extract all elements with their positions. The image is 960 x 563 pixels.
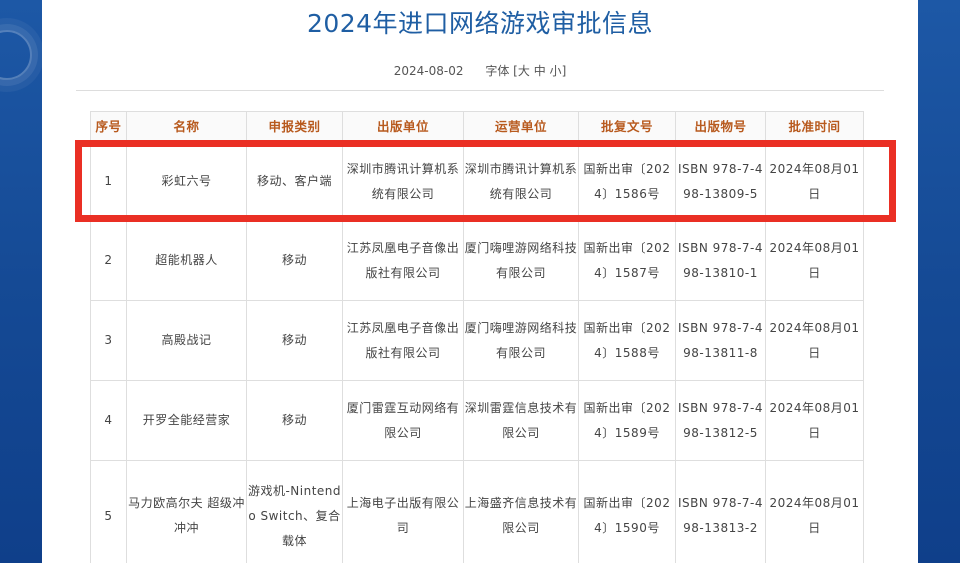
cell-publisher: 厦门雷霆互动网络有限公司 [342,380,464,461]
table-row: 4 开罗全能经营家 移动 厦门雷霆互动网络有限公司 深圳雷霆信息技术有限公司 国… [90,380,864,461]
page-title: 2024年进口网络游戏审批信息 [306,9,654,38]
publish-date: 2024-08-02 [393,64,464,78]
font-size-medium-button[interactable]: 中 [534,64,546,78]
table-header-row: 序号 名称 申报类别 出版单位 运营单位 批复文号 出版物号 批准时间 [90,111,864,143]
header-approval-date: 批准时间 [765,111,864,143]
table-row: 5 马力欧高尔夫 超级冲冲冲 游戏机-Nintendo Switch、复合载体 … [90,460,864,563]
cell-operator: 深圳雷霆信息技术有限公司 [463,380,579,461]
header-operator: 运营单位 [463,111,579,143]
cell-name: 马力欧高尔夫 超级冲冲冲 [126,460,247,563]
cell-approval-no: 国新出审〔2024〕1586号 [578,142,676,221]
cell-approval-no: 国新出审〔2024〕1587号 [578,220,676,301]
header-publisher: 出版单位 [342,111,464,143]
font-size-large-button[interactable]: 大 [518,64,530,78]
cell-index: 5 [90,460,127,563]
header-approval-no: 批复文号 [578,111,676,143]
cell-approval-no: 国新出审〔2024〕1588号 [578,300,676,381]
cell-approval-date: 2024年08月01日 [765,380,864,461]
cell-isbn: ISBN 978-7-498-13809-5 [675,142,766,221]
header-index: 序号 [90,111,127,143]
cell-publisher: 深圳市腾讯计算机系统有限公司 [342,142,464,221]
cell-approval-date: 2024年08月01日 [765,142,864,221]
cell-operator: 厦门嗨哩游网络科技有限公司 [463,220,579,301]
cell-category: 移动 [246,300,343,381]
cell-approval-date: 2024年08月01日 [765,220,864,301]
cell-category: 移动 [246,220,343,301]
header-name: 名称 [126,111,247,143]
divider [76,90,884,91]
cell-category: 移动、客户端 [246,142,343,221]
cell-operator: 厦门嗨哩游网络科技有限公司 [463,300,579,381]
cell-index: 4 [90,380,127,461]
cell-approval-date: 2024年08月01日 [765,460,864,563]
table-row: 3 高殿战记 移动 江苏凤凰电子音像出版社有限公司 厦门嗨哩游网络科技有限公司 … [90,300,864,381]
table-row: 1 彩虹六号 移动、客户端 深圳市腾讯计算机系统有限公司 深圳市腾讯计算机系统有… [90,142,864,221]
cell-operator: 深圳市腾讯计算机系统有限公司 [463,142,579,221]
cell-name: 开罗全能经营家 [126,380,247,461]
cell-approval-no: 国新出审〔2024〕1589号 [578,380,676,461]
cell-category: 游戏机-Nintendo Switch、复合载体 [246,460,343,563]
font-size-label: 字体 [485,64,510,78]
cell-isbn: ISBN 978-7-498-13812-5 [675,380,766,461]
header-category: 申报类别 [246,111,343,143]
cell-index: 3 [90,300,127,381]
article-meta: 2024-08-02 字体 [大 中 小] [42,62,918,79]
cell-name: 超能机器人 [126,220,247,301]
font-size-bracket-close: ] [561,64,567,78]
cell-index: 1 [90,142,127,221]
left-page-background [0,0,42,563]
cell-isbn: ISBN 978-7-498-13810-1 [675,220,766,301]
right-page-background [918,0,960,563]
cell-operator: 上海盛齐信息技术有限公司 [463,460,579,563]
cell-publisher: 江苏凤凰电子音像出版社有限公司 [342,220,464,301]
decorative-emblem [0,30,32,80]
table-row: 2 超能机器人 移动 江苏凤凰电子音像出版社有限公司 厦门嗨哩游网络科技有限公司… [90,220,864,301]
cell-publisher: 上海电子出版有限公司 [342,460,464,563]
cell-approval-no: 国新出审〔2024〕1590号 [578,460,676,563]
cell-publisher: 江苏凤凰电子音像出版社有限公司 [342,300,464,381]
cell-isbn: ISBN 978-7-498-13813-2 [675,460,766,563]
header-isbn: 出版物号 [675,111,766,143]
cell-category: 移动 [246,380,343,461]
article-page: 2024年进口网络游戏审批信息 2024-08-02 字体 [大 中 小] 序号… [42,0,918,563]
cell-name: 彩虹六号 [126,142,247,221]
font-size-small-button[interactable]: 小 [550,64,562,78]
approval-table: 序号 名称 申报类别 出版单位 运营单位 批复文号 出版物号 批准时间 1 彩虹… [90,111,864,563]
cell-index: 2 [90,220,127,301]
cell-approval-date: 2024年08月01日 [765,300,864,381]
cell-name: 高殿战记 [126,300,247,381]
cell-isbn: ISBN 978-7-498-13811-8 [675,300,766,381]
